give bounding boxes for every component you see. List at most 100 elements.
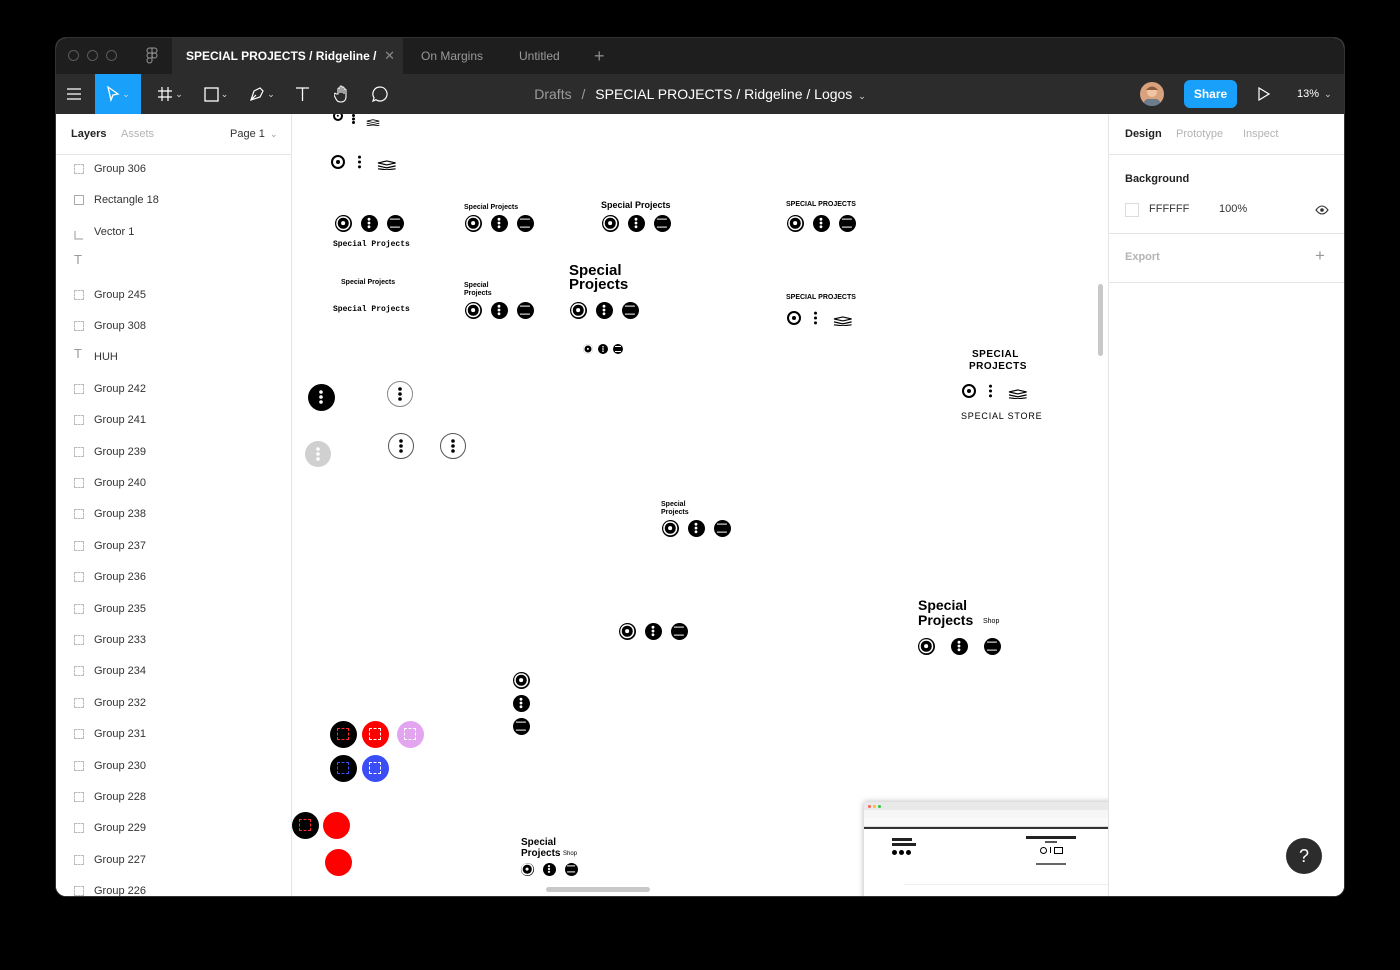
logo-stack-icon[interactable] bbox=[670, 622, 688, 640]
add-export-button[interactable]: + bbox=[1315, 246, 1325, 266]
layer-row[interactable]: Group 237 bbox=[56, 531, 291, 562]
logo-dots-icon[interactable] bbox=[598, 344, 608, 354]
logo-dots-icon[interactable] bbox=[627, 214, 645, 232]
tab-untitled[interactable]: Untitled bbox=[505, 38, 574, 74]
layer-row[interactable]: Group 227 bbox=[56, 845, 291, 876]
logo-dots-icon[interactable] bbox=[950, 637, 968, 655]
tab-file-active[interactable]: SPECIAL PROJECTS / Ridgeline / Lo... ✕ bbox=[172, 38, 403, 99]
vertical-scrollbar[interactable] bbox=[1098, 284, 1103, 356]
eye-icon[interactable] bbox=[1315, 205, 1329, 215]
tab-layers[interactable]: Layers bbox=[71, 114, 106, 154]
logo-dots-outline-icon[interactable] bbox=[357, 155, 361, 169]
logo-stack-icon[interactable] bbox=[713, 519, 731, 537]
minimize-window-button[interactable] bbox=[87, 50, 98, 61]
present-button[interactable] bbox=[1252, 74, 1276, 114]
horizontal-scrollbar[interactable] bbox=[546, 887, 650, 892]
logo-wordmark-text[interactable]: Special Projects bbox=[464, 204, 518, 211]
tab-on-margins[interactable]: On Margins bbox=[407, 38, 497, 74]
help-button[interactable]: ? bbox=[1286, 838, 1322, 874]
breadcrumb-file-name[interactable]: SPECIAL PROJECTS / Ridgeline / Logos bbox=[595, 86, 852, 102]
logo-wordmark-text[interactable]: Special bbox=[918, 597, 967, 613]
logo-ring-icon[interactable] bbox=[917, 637, 935, 655]
logo-wordmark-text[interactable]: Shop bbox=[563, 851, 577, 857]
pen-tool-button[interactable]: ⌄ bbox=[244, 74, 280, 114]
logo-stack-icon[interactable] bbox=[653, 214, 671, 232]
logo-ring-outline-icon[interactable] bbox=[787, 311, 801, 325]
tab-assets[interactable]: Assets bbox=[121, 114, 154, 154]
design-canvas[interactable]: Special Projects Special Projects Special … bbox=[292, 114, 1108, 896]
logo-wordmark-text[interactable]: SPECIAL bbox=[972, 349, 1019, 360]
logo-dots-icon[interactable] bbox=[687, 519, 705, 537]
logo-ring-icon[interactable] bbox=[520, 862, 534, 876]
logo-wordmark-text[interactable]: Projects bbox=[918, 612, 973, 628]
logo-stack-icon[interactable] bbox=[564, 862, 578, 876]
background-opacity[interactable]: 100% bbox=[1219, 203, 1247, 215]
logo-dots-outline-icon[interactable] bbox=[813, 311, 817, 325]
move-tool-button[interactable]: ⌄ bbox=[95, 74, 141, 114]
logo-ring-outline-icon[interactable] bbox=[331, 155, 345, 169]
logo-dots-outline-icon[interactable] bbox=[988, 384, 992, 398]
layer-row[interactable]: T bbox=[56, 248, 291, 279]
layer-row[interactable]: Group 241 bbox=[56, 405, 291, 436]
logo-ring-outline-icon[interactable] bbox=[333, 114, 343, 121]
color-variant-swatch[interactable] bbox=[292, 811, 319, 839]
shape-tool-button[interactable]: ⌄ bbox=[198, 74, 234, 114]
logo-dots-icon[interactable] bbox=[595, 301, 613, 319]
logo-dots-icon[interactable] bbox=[490, 214, 508, 232]
layer-row[interactable]: Group 239 bbox=[56, 437, 291, 468]
logo-ring-icon[interactable] bbox=[569, 301, 587, 319]
logo-stack-icon[interactable] bbox=[983, 637, 1001, 655]
logo-wordmark-text[interactable]: SPECIAL PROJECTS bbox=[786, 201, 856, 208]
logo-wordmark-text[interactable]: Special bbox=[521, 837, 556, 848]
logo-stack-icon[interactable] bbox=[621, 301, 639, 319]
share-button[interactable]: Share bbox=[1184, 80, 1237, 108]
chevron-down-icon[interactable]: ⌄ bbox=[858, 91, 866, 101]
logo-wordmark-text[interactable]: Shop bbox=[983, 618, 999, 625]
figma-logo-icon[interactable] bbox=[146, 47, 158, 65]
logo-wordmark-text[interactable]: Special bbox=[464, 282, 489, 289]
logo-ring-icon[interactable] bbox=[618, 622, 636, 640]
logo-dots-variant-icon[interactable] bbox=[388, 433, 414, 459]
logo-wordmark-text[interactable]: SPECIAL STORE bbox=[961, 411, 1042, 421]
color-variant-swatch[interactable] bbox=[396, 720, 424, 748]
logo-dots-icon[interactable] bbox=[644, 622, 662, 640]
browser-screenshot-image[interactable] bbox=[864, 802, 1108, 896]
logo-stack-icon[interactable] bbox=[516, 301, 534, 319]
layer-row[interactable]: Group 233 bbox=[56, 625, 291, 656]
logo-ring-outline-icon[interactable] bbox=[962, 384, 976, 398]
close-tab-icon[interactable]: ✕ bbox=[384, 38, 395, 74]
color-variant-swatch[interactable] bbox=[361, 720, 389, 748]
breadcrumb-drafts[interactable]: Drafts bbox=[534, 86, 571, 102]
logo-dots-variant-icon[interactable] bbox=[305, 441, 331, 467]
layer-row[interactable]: Group 238 bbox=[56, 499, 291, 530]
logo-wordmark-text[interactable]: Projects bbox=[464, 290, 492, 297]
logo-dots-variant-icon[interactable] bbox=[387, 381, 413, 407]
logo-wordmark-text[interactable]: Special Projects bbox=[333, 305, 410, 314]
logo-stack-outline-icon[interactable] bbox=[1008, 386, 1028, 400]
logo-stack-outline-icon[interactable] bbox=[833, 313, 853, 327]
color-variant-swatch[interactable] bbox=[323, 812, 350, 839]
logo-dots-icon[interactable] bbox=[360, 214, 378, 232]
layer-row[interactable]: Group 306 bbox=[56, 154, 291, 185]
logo-wordmark-text[interactable]: Special Projects bbox=[341, 279, 395, 286]
logo-ring-icon[interactable] bbox=[601, 214, 619, 232]
logo-wordmark-text[interactable]: Special bbox=[661, 501, 686, 508]
logo-dots-outline-icon[interactable] bbox=[351, 114, 355, 124]
logo-ring-icon[interactable] bbox=[786, 214, 804, 232]
layer-row[interactable]: Group 231 bbox=[56, 719, 291, 750]
layer-row[interactable]: Group 242 bbox=[56, 374, 291, 405]
add-tab-button[interactable]: + bbox=[594, 38, 605, 74]
background-color-swatch[interactable] bbox=[1125, 203, 1139, 217]
zoom-window-button[interactable] bbox=[106, 50, 117, 61]
logo-stack-icon[interactable] bbox=[838, 214, 856, 232]
logo-dots-variant-icon[interactable] bbox=[440, 433, 466, 459]
layer-row[interactable]: Group 308 bbox=[56, 311, 291, 342]
layer-row[interactable]: Group 232 bbox=[56, 688, 291, 719]
logo-stack-icon[interactable] bbox=[512, 717, 530, 735]
logo-ring-icon[interactable] bbox=[661, 519, 679, 537]
logo-ring-icon[interactable] bbox=[512, 671, 530, 689]
layer-row[interactable]: Group 240 bbox=[56, 468, 291, 499]
logo-dots-icon[interactable] bbox=[490, 301, 508, 319]
layer-row[interactable]: Group 229 bbox=[56, 813, 291, 844]
logo-stack-icon[interactable] bbox=[386, 214, 404, 232]
